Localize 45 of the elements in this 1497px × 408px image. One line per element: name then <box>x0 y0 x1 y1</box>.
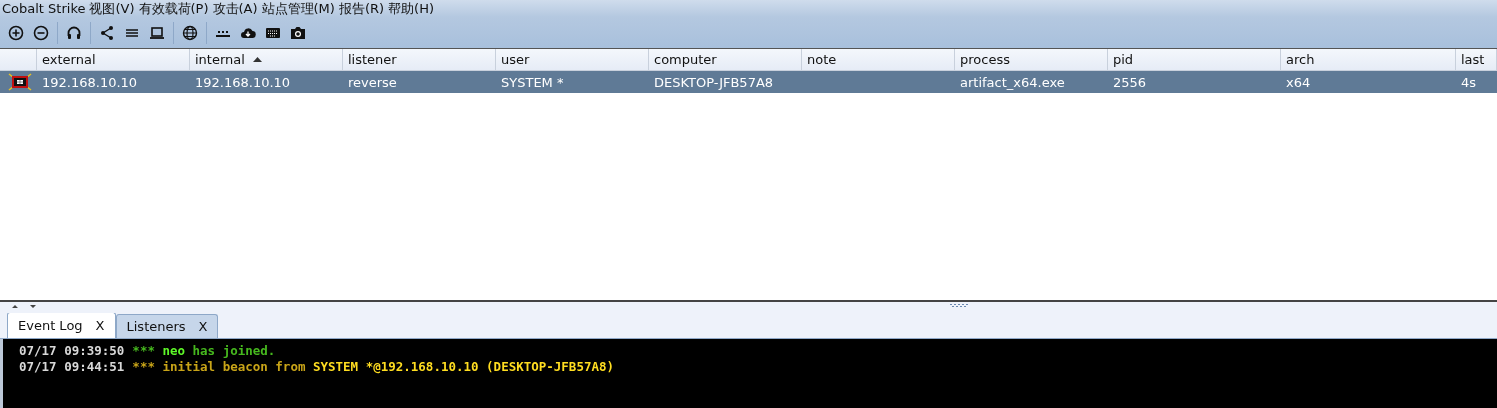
close-tab-button[interactable]: X <box>95 318 105 333</box>
log-message: *** initial beacon from SYSTEM *@192.168.10.10 (DESKTOP-JFB57A8) <box>132 359 614 375</box>
column-header[interactable]: computer <box>649 49 802 70</box>
table-cell: x64 <box>1286 74 1311 90</box>
table-cell: reverse <box>348 74 397 90</box>
table-cell: 2556 <box>1113 74 1147 90</box>
log-timestamp: 07/17 09:39:50 <box>19 343 125 359</box>
column-header[interactable]: arch <box>1281 49 1456 70</box>
camera-icon[interactable] <box>290 24 306 41</box>
tab[interactable]: Listeners X <box>115 314 219 338</box>
menu-item[interactable]: Cobalt Strike <box>2 1 90 16</box>
menu-item[interactable]: 报告(R) <box>338 0 389 18</box>
computer-icon <box>8 73 32 91</box>
menu-item[interactable]: 帮助(H) <box>388 0 439 18</box>
splitter-handle-icon[interactable] <box>950 304 968 308</box>
table-row[interactable]: 192.168.10.10 192.168.10.10 reverse SYSTEM * DESKTOP-JFB57A8 artifact_x64.exe 2556 x64 4s <box>0 71 1497 93</box>
close-tab-button[interactable]: X <box>198 319 208 334</box>
laptop-icon[interactable] <box>149 24 165 41</box>
collapse-arrows-icon[interactable] <box>12 304 38 310</box>
globe-icon[interactable] <box>182 24 198 41</box>
column-header[interactable]: listener <box>343 49 496 70</box>
table-cell: 192.168.10.10 <box>195 74 291 90</box>
log-message: *** neo has joined. <box>132 343 276 359</box>
menu-item[interactable]: 有效载荷(P) <box>138 0 213 18</box>
column-header[interactable]: user <box>496 49 649 70</box>
column-header[interactable]: internal <box>190 49 343 70</box>
menu-item[interactable]: 视图(V) <box>89 0 139 18</box>
add-icon[interactable] <box>8 24 24 41</box>
table-cell: DESKTOP-JFB57A8 <box>654 74 774 90</box>
remove-icon[interactable] <box>33 24 49 41</box>
table-cell: 4s <box>1461 74 1477 90</box>
menu-item[interactable]: 站点管理(M) <box>261 0 339 18</box>
table-cell: SYSTEM * <box>501 74 564 90</box>
column-header[interactable]: pid <box>1108 49 1281 70</box>
column-header[interactable]: process <box>955 49 1108 70</box>
share-icon[interactable] <box>99 24 115 41</box>
headset-icon[interactable] <box>66 24 82 41</box>
tab[interactable]: Event Log X <box>7 312 116 338</box>
table-cell: artifact_x64.exe <box>960 74 1065 90</box>
column-header[interactable]: note <box>802 49 955 70</box>
menu-item[interactable]: 攻击(A) <box>212 0 262 18</box>
table-cell: 192.168.10.10 <box>42 74 138 90</box>
log-timestamp: 07/17 09:44:51 <box>19 359 125 375</box>
column-header[interactable]: external <box>37 49 190 70</box>
column-header[interactable]: last <box>1456 49 1497 70</box>
